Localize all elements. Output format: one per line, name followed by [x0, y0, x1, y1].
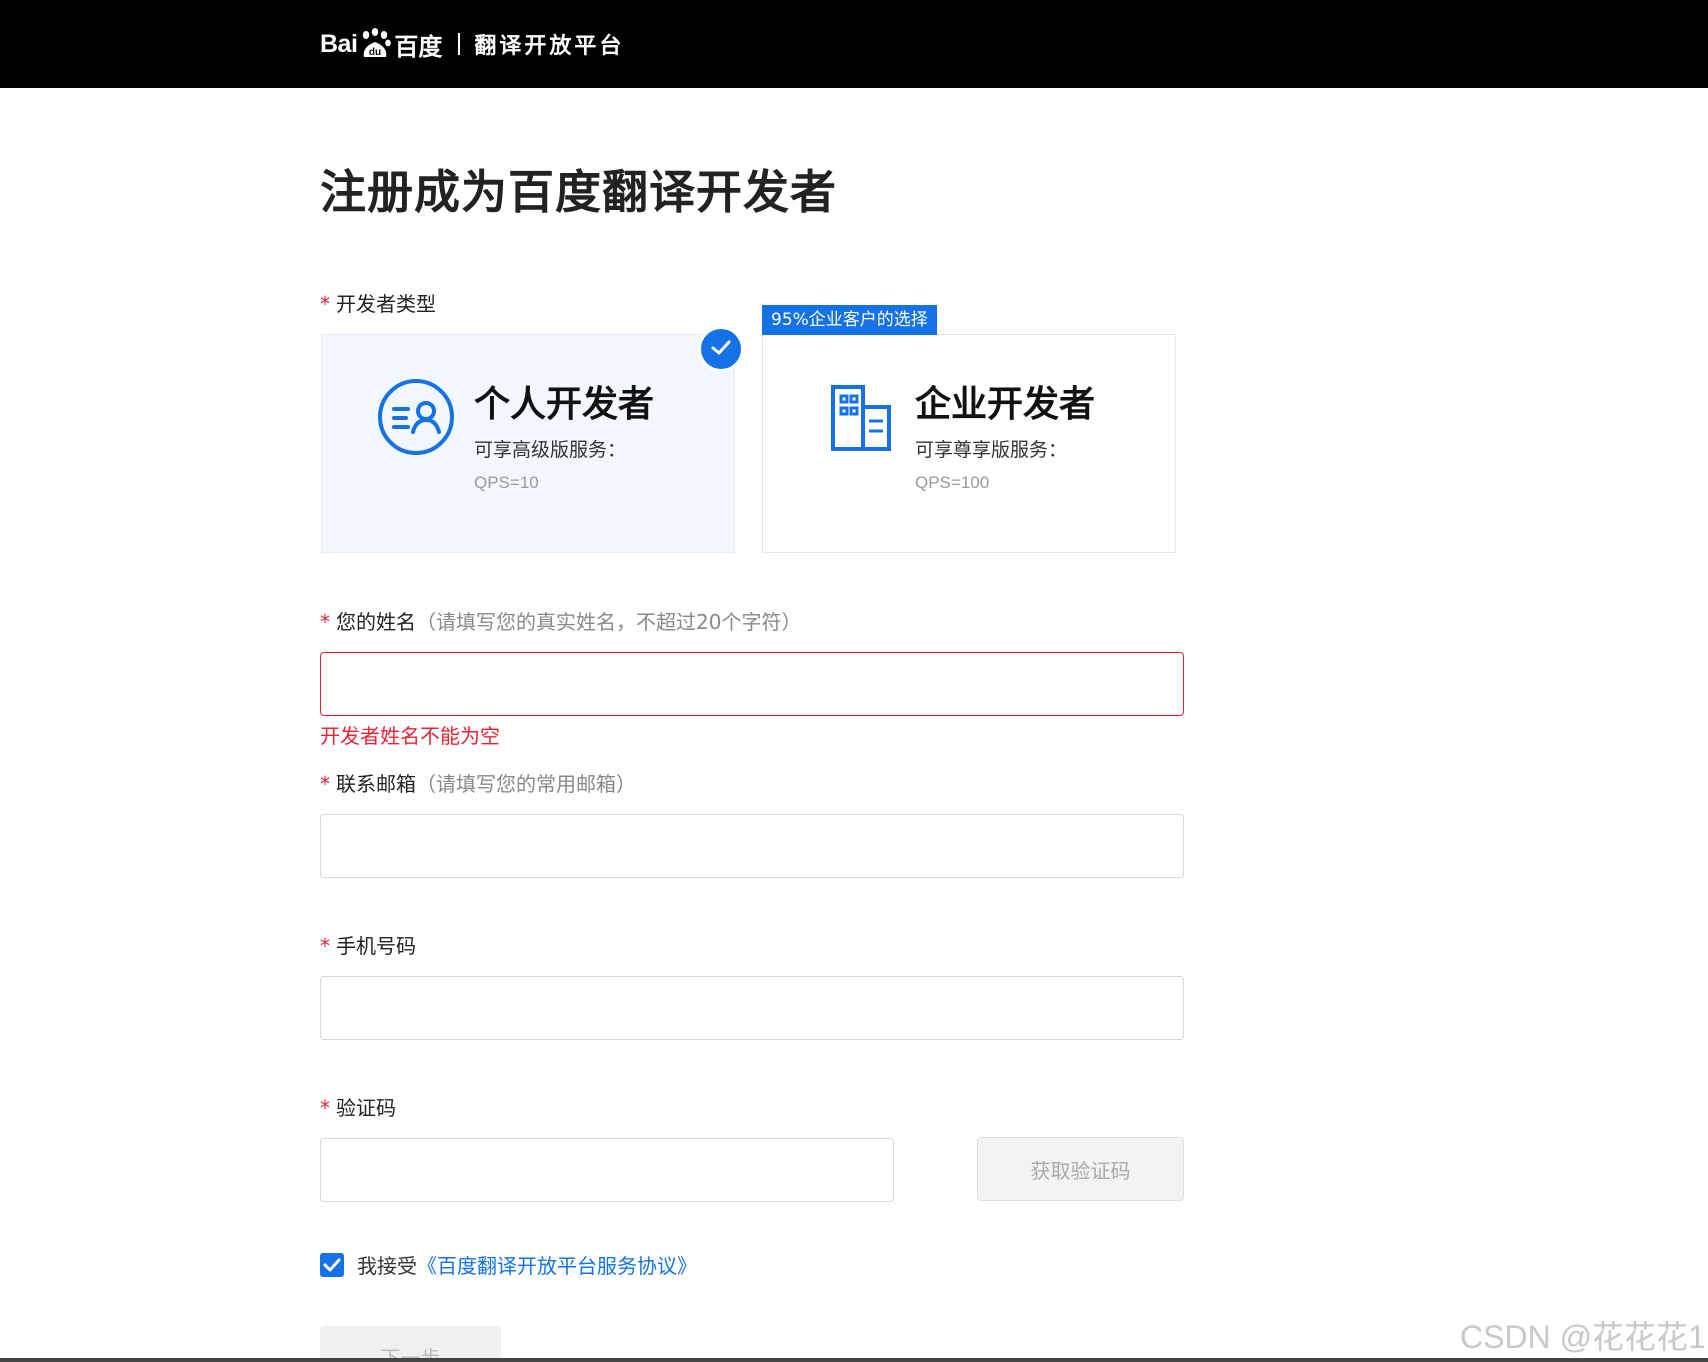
- personal-card-qps: QPS=10: [474, 473, 539, 492]
- top-header-bar: Bai du 百度 翻译开放平台: [0, 0, 1708, 88]
- page-title: 注册成为百度翻译开发者: [320, 165, 837, 219]
- name-label-text: 您的姓名: [336, 610, 416, 634]
- enterprise-building-icon: [817, 377, 897, 457]
- enterprise-recommend-tag: 95%企业客户的选择: [762, 305, 937, 335]
- required-mark: *: [320, 934, 330, 958]
- agreement-row: 我接受 《百度翻译开放平台服务协议》: [320, 1250, 697, 1279]
- name-label: * 您的姓名（请填写您的真实姓名，不超过20个字符）: [320, 606, 801, 635]
- phone-label: * 手机号码: [320, 930, 416, 959]
- email-label: * 联系邮箱（请填写您的常用邮箱）: [320, 768, 636, 797]
- enterprise-card-title: 企业开发者: [915, 384, 1096, 425]
- email-input[interactable]: [320, 814, 1184, 878]
- get-code-button[interactable]: 获取验证码: [977, 1137, 1184, 1201]
- csdn-watermark: CSDN @花花花1: [1460, 1319, 1706, 1355]
- selected-check-icon: [698, 326, 744, 372]
- required-mark: *: [320, 772, 330, 796]
- personal-card-desc: 可享高级版服务：: [474, 439, 627, 461]
- personal-id-icon: [376, 377, 456, 457]
- baidu-paw-icon: du: [358, 27, 392, 61]
- code-label: * 验证码: [320, 1092, 396, 1121]
- logo-bai-text: Bai: [320, 29, 358, 58]
- personal-developer-card[interactable]: 个人开发者 可享高级版服务： QPS=10: [321, 334, 735, 553]
- enterprise-developer-card[interactable]: 企业开发者 可享尊享版服务： QPS=100: [762, 334, 1176, 553]
- name-input[interactable]: [320, 652, 1184, 716]
- baidu-translate-logo[interactable]: Bai du 百度 翻译开放平台: [320, 18, 624, 70]
- code-input[interactable]: [320, 1138, 894, 1202]
- bottom-divider: [0, 1358, 1708, 1362]
- platform-name: 翻译开放平台: [474, 34, 625, 59]
- email-hint: （请填写您的常用邮箱）: [416, 772, 636, 796]
- svg-text:du: du: [369, 47, 381, 58]
- enterprise-card-qps: QPS=100: [915, 473, 990, 492]
- name-error-message: 开发者姓名不能为空: [320, 724, 500, 748]
- developer-type-label-text: 开发者类型: [336, 292, 436, 316]
- developer-type-label: * 开发者类型: [320, 288, 436, 317]
- next-step-button[interactable]: 下一步: [320, 1326, 501, 1362]
- agreement-checkbox[interactable]: [320, 1252, 344, 1277]
- personal-card-title: 个人开发者: [474, 384, 655, 425]
- required-mark: *: [320, 610, 330, 634]
- agreement-text: 我接受: [357, 1254, 417, 1278]
- logo-baidu-cn-text: 百度: [394, 32, 443, 61]
- enterprise-card-desc: 可享尊享版服务：: [915, 439, 1068, 461]
- agreement-link[interactable]: 《百度翻译开放平台服务协议》: [417, 1250, 697, 1279]
- logo-separator: [458, 33, 461, 55]
- required-mark: *: [320, 1096, 330, 1120]
- email-label-text: 联系邮箱: [336, 772, 416, 796]
- code-label-text: 验证码: [336, 1096, 396, 1120]
- required-mark: *: [320, 292, 330, 316]
- name-hint: （请填写您的真实姓名，不超过20个字符）: [416, 610, 802, 634]
- phone-label-text: 手机号码: [336, 934, 416, 958]
- phone-input[interactable]: [320, 976, 1184, 1040]
